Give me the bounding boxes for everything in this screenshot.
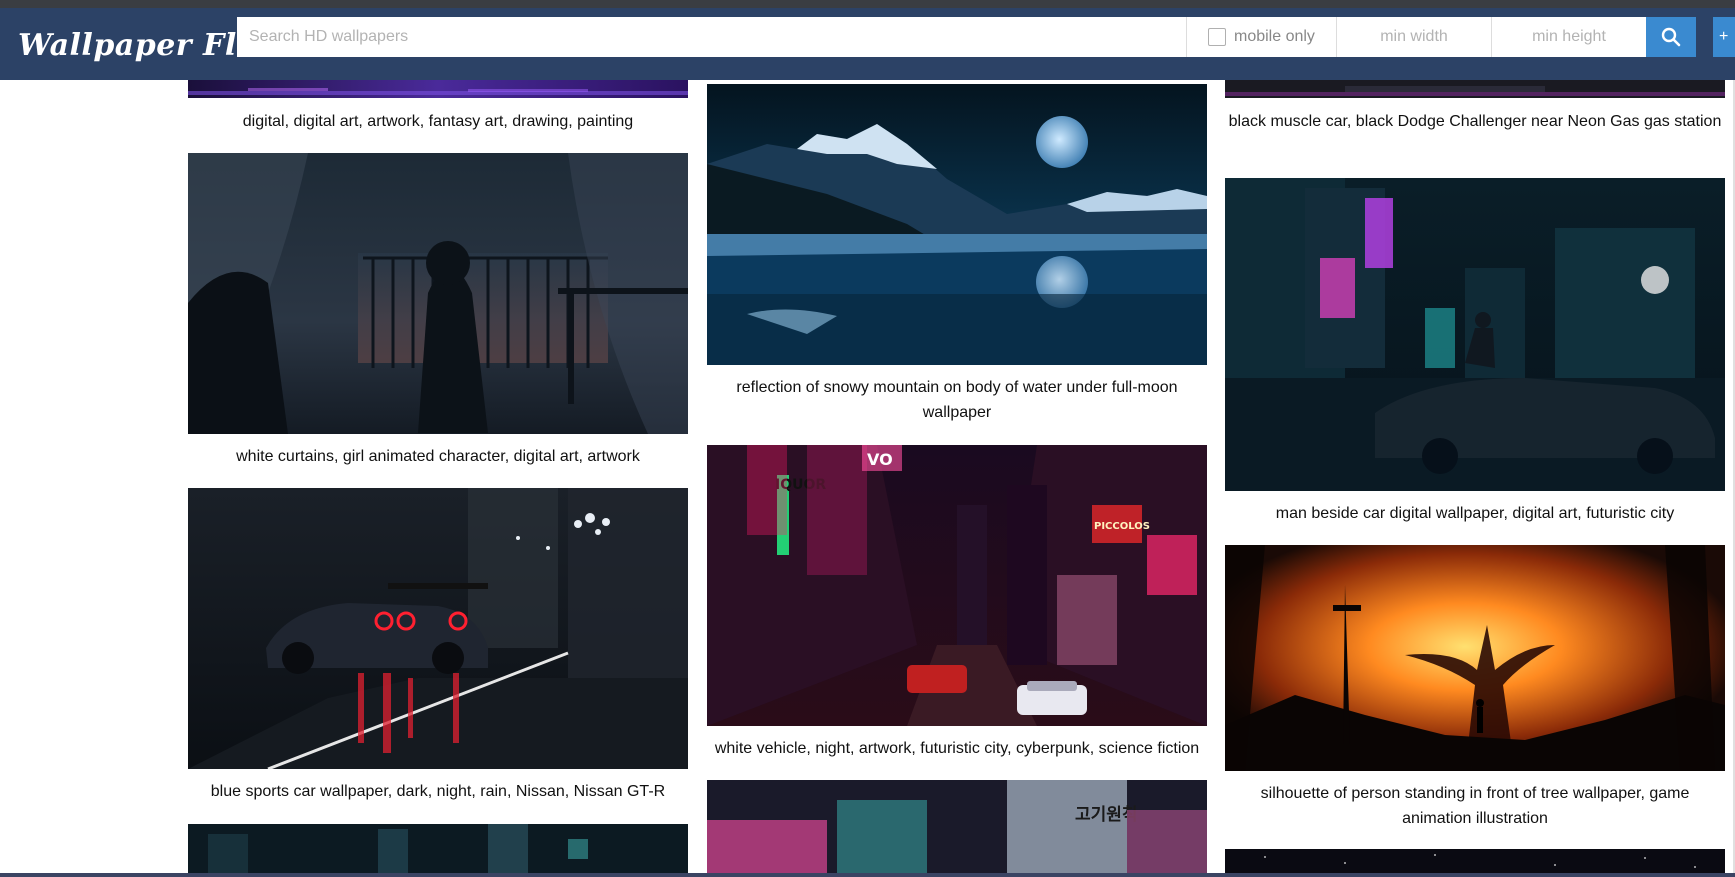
wallpaper-thumbnail[interactable] <box>1225 545 1725 771</box>
mobile-only-filter[interactable]: mobile only <box>1186 17 1336 57</box>
wallpaper-thumbnail[interactable] <box>707 84 1207 365</box>
min-width-input[interactable] <box>1336 17 1491 57</box>
search-button[interactable] <box>1646 17 1696 57</box>
nissan-gtr-rain-image <box>188 488 688 769</box>
search-bar: mobile only <box>237 17 1646 57</box>
korean-street-image: 고기원칙 <box>707 780 1207 873</box>
wallpaper-caption[interactable]: digital, digital art, artwork, fantasy a… <box>188 109 688 134</box>
wallpaper-caption[interactable]: white vehicle, night, artwork, futuristi… <box>707 736 1207 761</box>
wallpaper-thumbnail[interactable] <box>1225 80 1725 98</box>
wallpaper-caption[interactable]: white curtains, girl animated character,… <box>188 444 688 469</box>
upload-button[interactable]: + <box>1713 17 1735 57</box>
anime-girl-balcony-image <box>188 153 688 434</box>
mobile-only-checkbox[interactable] <box>1208 28 1226 46</box>
wallpaper-thumbnail[interactable] <box>188 153 688 434</box>
taskbar-edge <box>0 873 1735 877</box>
wallpaper-caption[interactable]: man beside car digital wallpaper, digita… <box>1225 501 1725 526</box>
wallpaper-thumbnail[interactable] <box>188 488 688 769</box>
wallpaper-thumbnail[interactable] <box>188 80 688 98</box>
search-input[interactable] <box>237 17 1186 57</box>
min-height-input[interactable] <box>1491 17 1646 57</box>
cyberpunk-street-image: IQUOR VO PICCOLOS <box>707 445 1207 726</box>
wallpaper-thumbnail[interactable] <box>188 824 688 873</box>
dodge-challenger-image <box>1225 80 1725 98</box>
wallpaper-caption[interactable]: silhouette of person standing in front o… <box>1225 781 1725 831</box>
futuristic-city-car-image <box>1225 178 1725 491</box>
city-night-image <box>188 824 688 873</box>
starry-sky-image <box>1225 849 1725 873</box>
fantasy-art-image <box>188 80 688 98</box>
wallpaper-caption[interactable]: black muscle car, black Dodge Challenger… <box>1225 109 1725 134</box>
wallpaper-caption[interactable]: reflection of snowy mountain on body of … <box>707 375 1207 425</box>
wallpaper-thumbnail[interactable] <box>1225 849 1725 873</box>
vodka-sign-text: VO <box>867 450 893 469</box>
browser-top-strip <box>0 0 1735 8</box>
wallpaper-thumbnail[interactable]: 고기원칙 <box>707 780 1207 873</box>
wallpaper-thumbnail[interactable] <box>1225 178 1725 491</box>
snowy-mountain-moon-image <box>707 84 1207 365</box>
mobile-only-label: mobile only <box>1234 28 1315 45</box>
search-icon <box>1661 27 1681 47</box>
wallpaper-thumbnail[interactable]: IQUOR VO PICCOLOS <box>707 445 1207 726</box>
burning-tree-silhouette-image <box>1225 545 1725 771</box>
piccolos-sign-text: PICCOLOS <box>1094 521 1150 532</box>
wallpaper-caption[interactable]: blue sports car wallpaper, dark, night, … <box>188 779 688 804</box>
